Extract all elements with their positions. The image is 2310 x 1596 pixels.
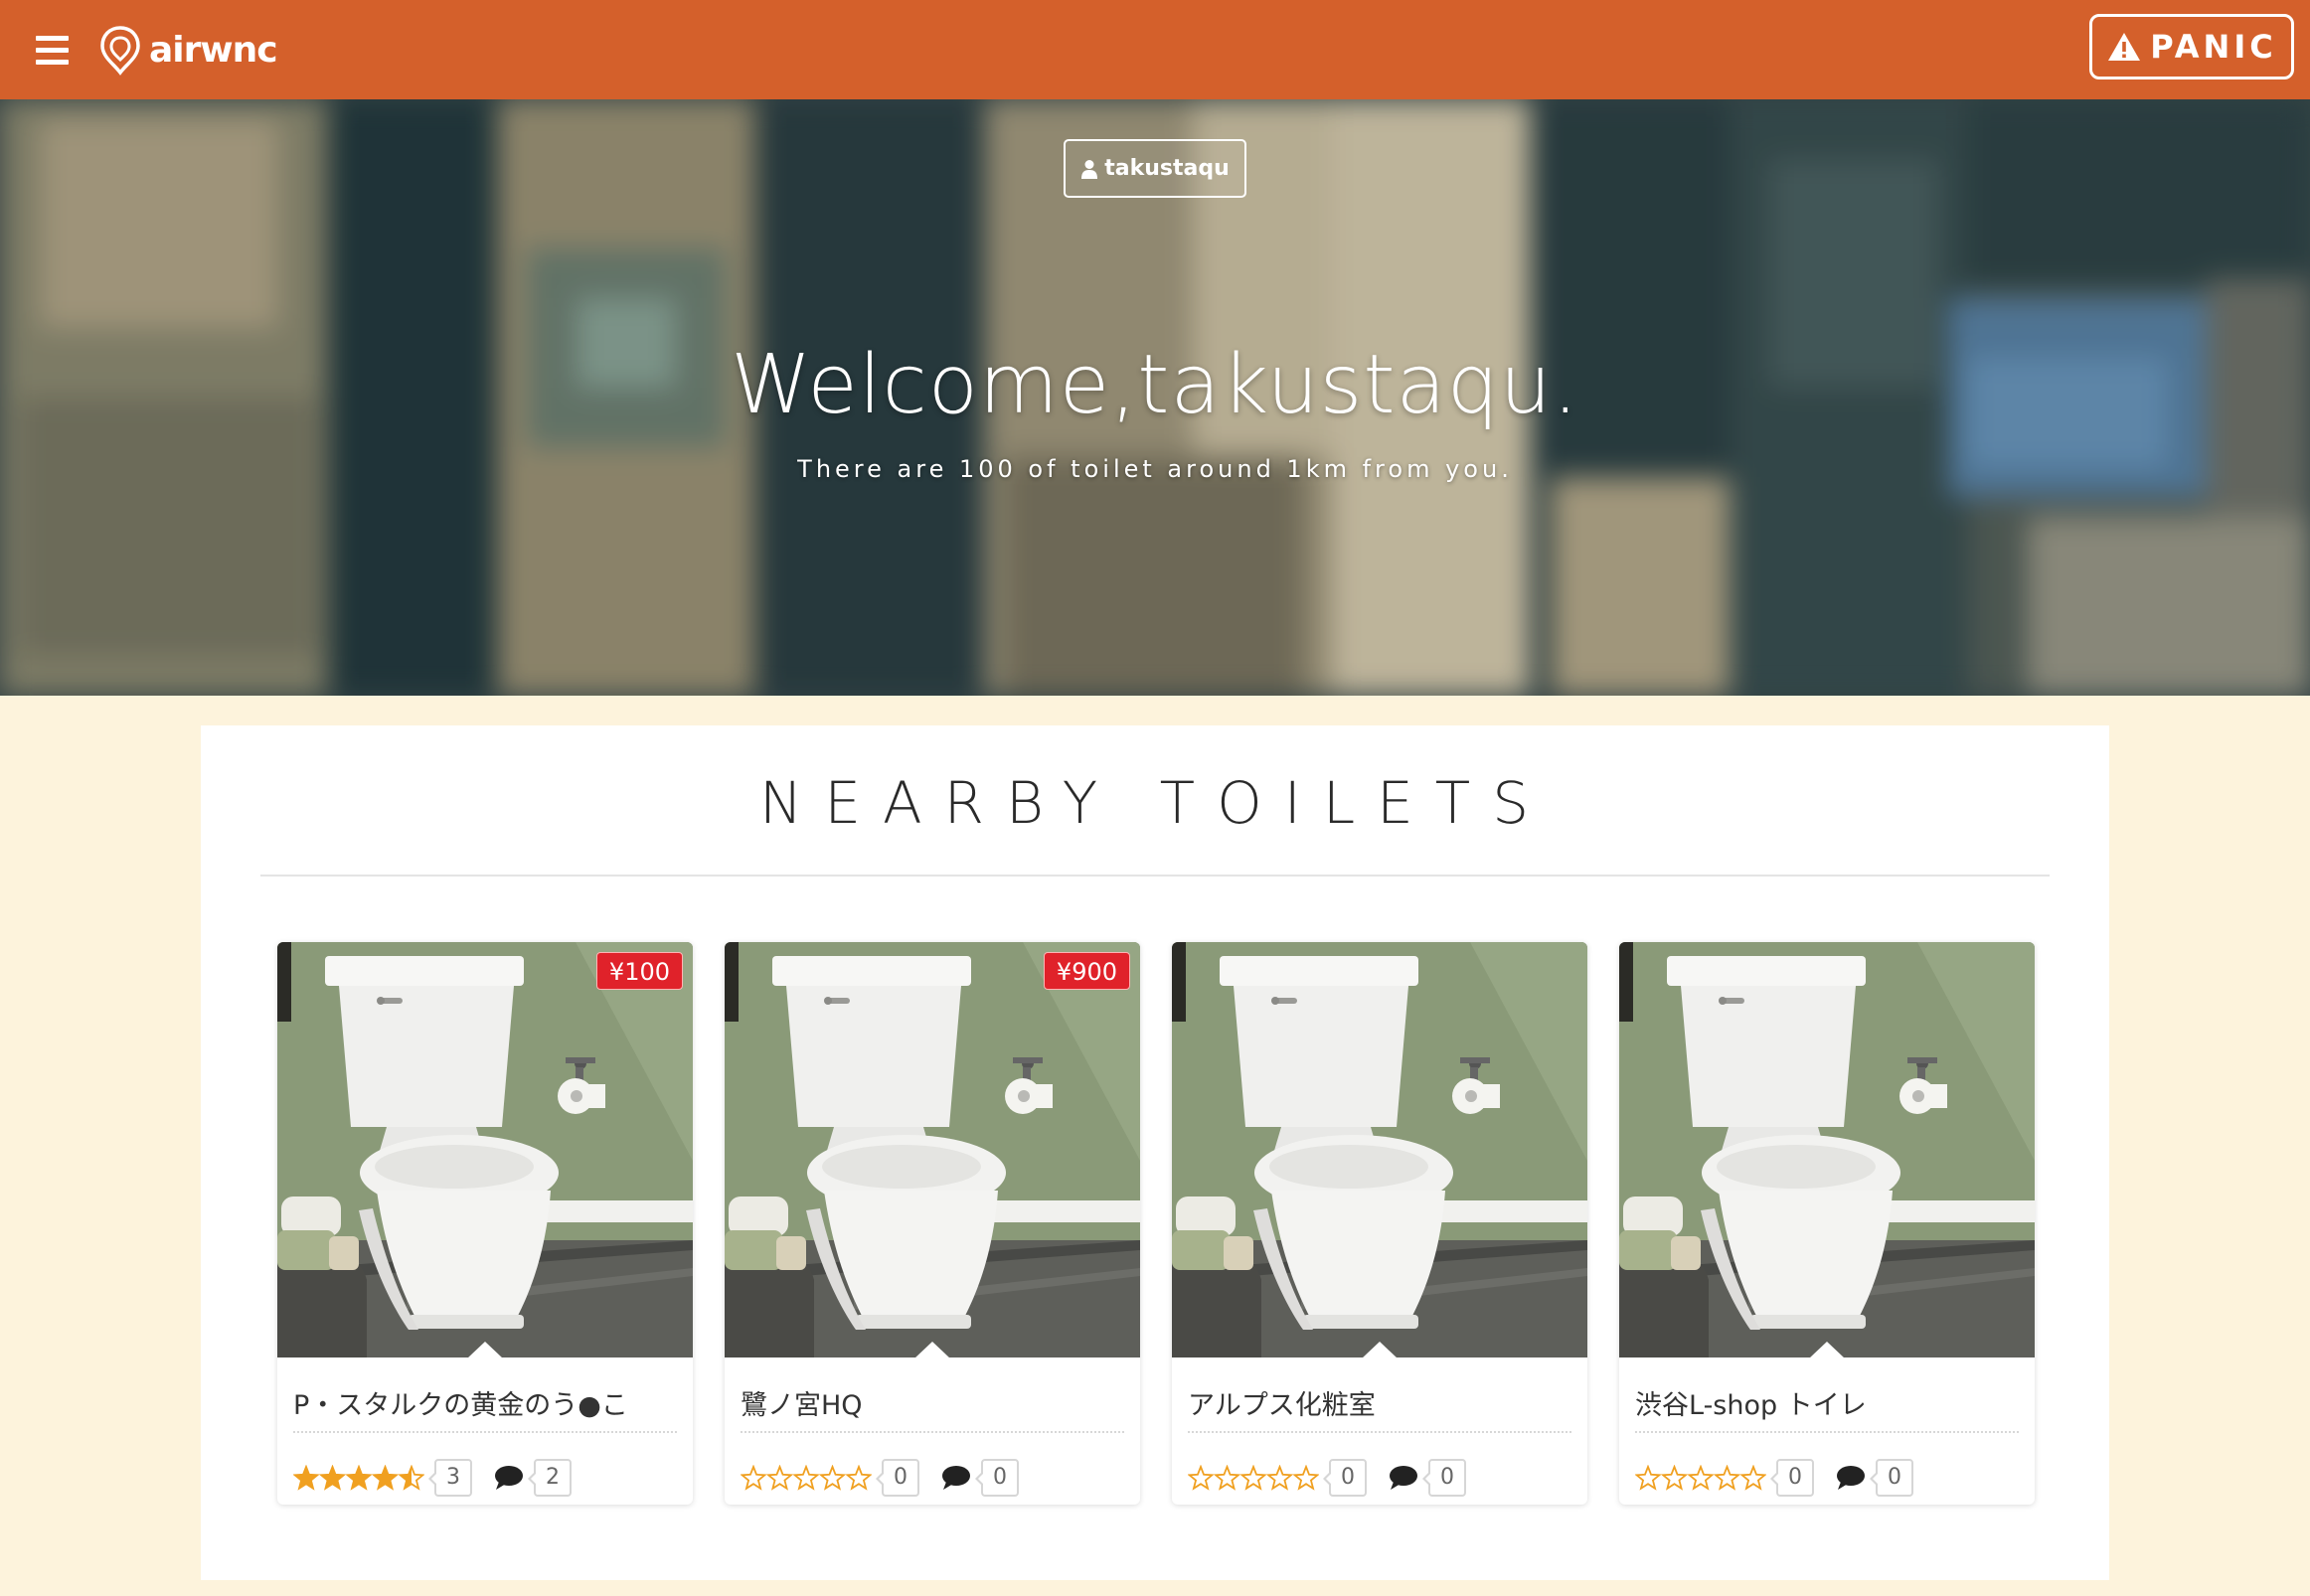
toilet-card-2[interactable]: ¥900 鷺ノ宮HQ 0 0	[725, 942, 1140, 1505]
rating-count: 0	[876, 1459, 919, 1497]
star-icon	[1687, 1465, 1715, 1491]
section-title: NEARBY TOILETS	[758, 769, 1552, 837]
card-divider	[1188, 1431, 1571, 1433]
card-divider	[1635, 1431, 2019, 1433]
panic-label: PANIC	[2150, 28, 2277, 66]
toilet-photo	[1172, 942, 1587, 1357]
star-icon	[1635, 1465, 1662, 1491]
star-fill	[374, 1467, 397, 1489]
toilet-name[interactable]: アルプス化粧室	[1188, 1383, 1575, 1422]
toilet-card-4[interactable]: 渋谷L-shop トイレ 0 0	[1619, 942, 2035, 1505]
star-icon	[1239, 1465, 1267, 1491]
star-icon	[1713, 1465, 1741, 1491]
price-badge: ¥900	[1043, 952, 1130, 990]
star-fill	[294, 1467, 318, 1489]
star-fill	[321, 1467, 344, 1489]
toilet-photo	[277, 942, 693, 1357]
star-icon	[1213, 1465, 1241, 1491]
airwnc-logo-icon	[100, 26, 140, 76]
nearby-toilets-panel: NEARBY TOILETS ¥100 P・スタルクの黄金のう●こ 3 2 ¥9…	[201, 725, 2109, 1580]
toilet-photo	[1619, 942, 2035, 1357]
rating-count: 0	[1323, 1459, 1367, 1497]
user-icon	[1081, 159, 1098, 179]
star-icon	[792, 1465, 820, 1491]
card-divider	[293, 1431, 677, 1433]
comment-icon	[942, 1466, 970, 1490]
menu-icon[interactable]	[36, 36, 69, 66]
star-fill	[347, 1467, 371, 1489]
star-icon	[1188, 1465, 1215, 1491]
rating-count: 3	[428, 1459, 472, 1497]
star-rating	[293, 1465, 424, 1491]
star-icon	[1739, 1465, 1766, 1491]
comment-icon	[495, 1466, 523, 1490]
rating-count: 0	[1770, 1459, 1814, 1497]
star-icon	[845, 1465, 872, 1491]
star-icon	[741, 1465, 767, 1491]
toilet-name[interactable]: 鷺ノ宮HQ	[741, 1383, 1128, 1422]
star-rating	[1188, 1465, 1319, 1491]
user-name: takustaqu	[1104, 156, 1230, 181]
panic-button[interactable]: PANIC	[2089, 14, 2294, 80]
brand-link[interactable]: airwnc	[97, 24, 278, 76]
price-badge: ¥100	[595, 952, 683, 990]
comment-count: 2	[528, 1459, 572, 1497]
hero-banner: takustaqu Welcome,takustaqu. There are 1…	[0, 99, 2310, 696]
star-icon	[818, 1465, 847, 1491]
card-divider	[741, 1431, 1124, 1433]
toilet-photo	[725, 942, 1140, 1357]
nearby-count-text: There are 100 of toilet around 1km from …	[797, 455, 1513, 483]
comment-count: 0	[975, 1459, 1019, 1497]
star-icon	[1292, 1465, 1319, 1491]
navbar: airwnc PANIC	[0, 0, 2310, 99]
star-icon	[1660, 1465, 1689, 1491]
comment-count: 0	[1870, 1459, 1913, 1497]
comment-icon	[1837, 1466, 1865, 1490]
toilet-name[interactable]: P・スタルクの黄金のう●こ	[293, 1383, 681, 1422]
star-rating	[741, 1465, 872, 1491]
toilet-name[interactable]: 渋谷L-shop トイレ	[1635, 1383, 2023, 1422]
toilet-card-1[interactable]: ¥100 P・スタルクの黄金のう●こ 3 2	[277, 942, 693, 1505]
comment-count: 0	[1422, 1459, 1466, 1497]
star-icon	[765, 1465, 794, 1491]
warning-icon	[2108, 33, 2141, 61]
section-divider	[260, 875, 2050, 877]
comment-icon	[1390, 1466, 1417, 1490]
toilet-card-3[interactable]: アルプス化粧室 0 0	[1172, 942, 1587, 1505]
brand-name: airwnc	[149, 29, 278, 71]
star-icon	[1265, 1465, 1294, 1491]
welcome-heading: Welcome,takustaqu.	[731, 338, 1579, 432]
star-rating	[1635, 1465, 1766, 1491]
user-profile-button[interactable]: takustaqu	[1064, 139, 1246, 198]
